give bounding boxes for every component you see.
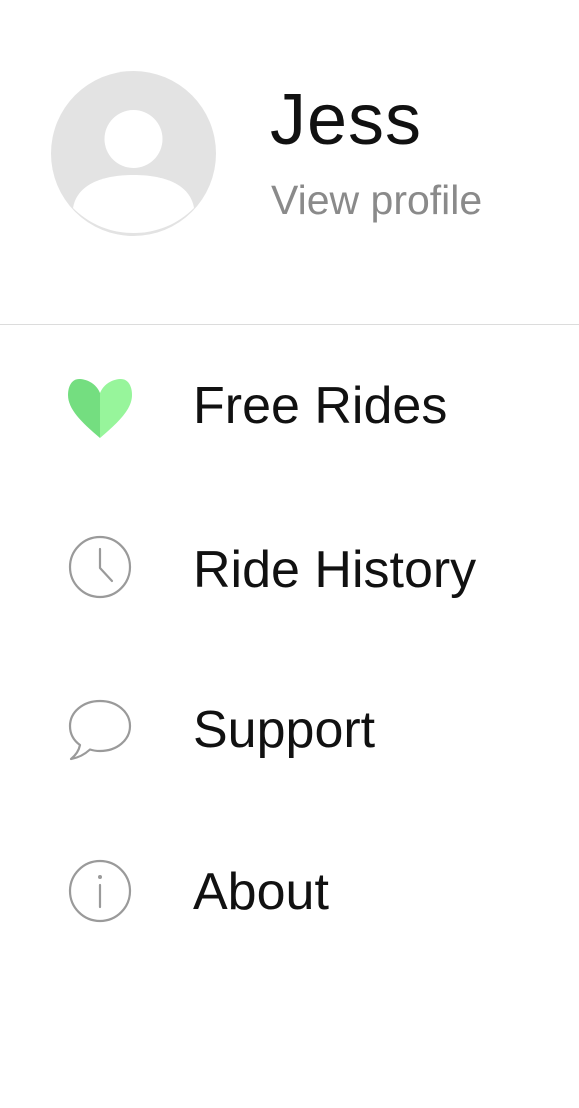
menu-item-label: Ride History (193, 541, 477, 599)
menu-item-ride-history[interactable]: Ride History (0, 508, 579, 628)
menu-item-about[interactable]: About (0, 832, 579, 952)
chat-bubble-icon (67, 698, 133, 764)
profile-header[interactable]: Jess View profile (0, 0, 579, 325)
menu-item-label: About (193, 863, 329, 921)
user-name: Jess (270, 80, 423, 160)
clock-icon (67, 534, 133, 600)
menu-item-support[interactable]: Support (0, 670, 579, 790)
menu-item-label: Support (193, 701, 376, 759)
menu-item-free-rides[interactable]: Free Rides (0, 346, 579, 466)
view-profile-link[interactable]: View profile (271, 175, 482, 225)
heart-icon (67, 376, 133, 442)
avatar-placeholder-icon (73, 110, 194, 233)
menu-item-label: Free Rides (193, 377, 448, 435)
info-icon (67, 858, 133, 924)
avatar[interactable] (51, 71, 216, 236)
divider (0, 324, 579, 325)
